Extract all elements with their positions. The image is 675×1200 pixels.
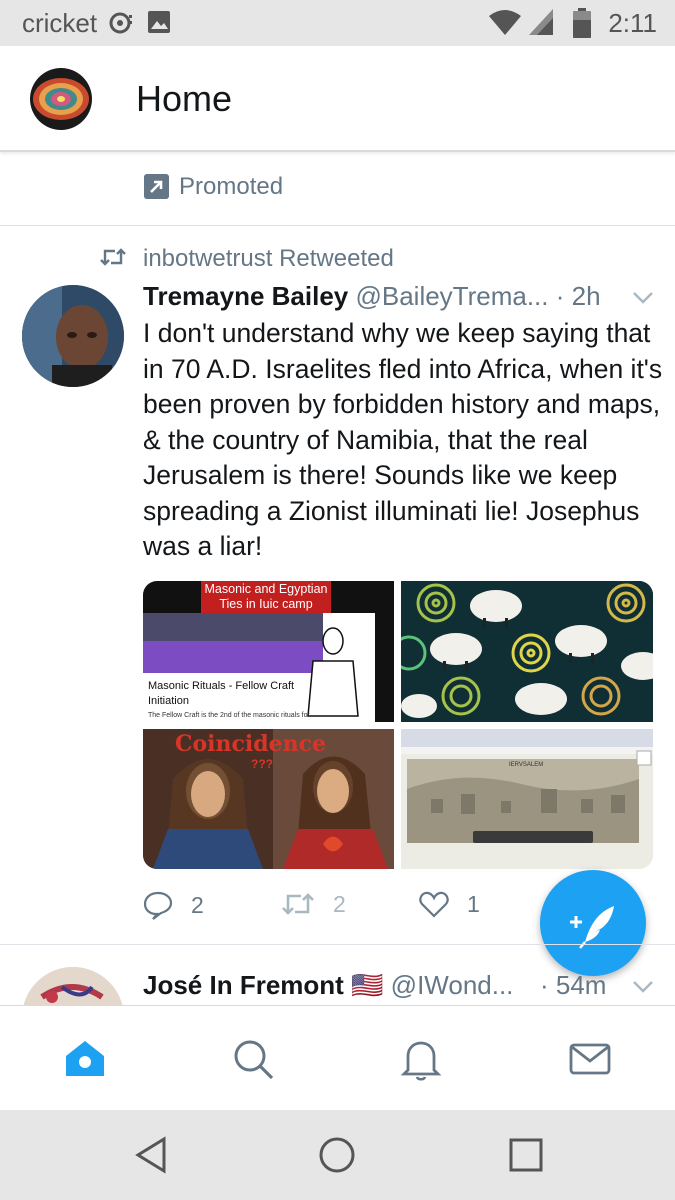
notification-icon: [109, 12, 132, 34]
chevron-down-icon[interactable]: [632, 980, 654, 994]
reply-button[interactable]: 2: [143, 890, 204, 920]
author-handle[interactable]: @BaileyTrema...: [355, 281, 548, 311]
image1-caption-line2: Initiation: [148, 695, 189, 707]
wifi-icon: [489, 10, 521, 35]
battery-icon: [573, 8, 591, 38]
next-tweet-header: José In Fremont 🇺🇸 @IWond...: [143, 970, 513, 1001]
signal-icon: [529, 9, 553, 35]
tweet-time: · 2h: [555, 281, 601, 311]
next-author-handle[interactable]: @IWond...: [391, 970, 514, 1000]
author-avatar[interactable]: [22, 285, 124, 387]
promoted-row[interactable]: Promoted: [0, 152, 675, 226]
promoted-icon: [144, 174, 169, 199]
profile-avatar[interactable]: [30, 68, 92, 130]
media-image-4[interactable]: IERVSALEM: [401, 729, 653, 869]
like-count: 1: [467, 890, 480, 917]
reply-count: 2: [191, 891, 204, 918]
image1-title-line1: Masonic and Egyptian: [204, 582, 328, 596]
next-tweet[interactable]: José In Fremont 🇺🇸 @IWond... · 54m: [0, 945, 675, 1007]
author-name[interactable]: Tremayne Bailey: [143, 281, 348, 311]
next-tweet-time: · 54m: [540, 970, 607, 1000]
next-author-name[interactable]: José In Fremont: [143, 970, 344, 1000]
page-title: Home: [136, 78, 233, 119]
carrier-name: cricket: [22, 8, 98, 38]
recent-apps-square-icon[interactable]: [505, 1134, 547, 1176]
media-image-3[interactable]: Coincidence ???: [143, 729, 394, 869]
next-author-avatar[interactable]: [22, 967, 124, 1007]
image1-small-text: The Fellow Craft is the 2nd of the mason…: [148, 712, 310, 719]
status-bar: cricket 2:11: [0, 0, 675, 46]
chevron-down-icon[interactable]: [632, 291, 654, 305]
media-image-2[interactable]: [401, 581, 653, 722]
flag-icon: 🇺🇸: [351, 970, 384, 1000]
search-icon[interactable]: [230, 1036, 276, 1082]
like-button[interactable]: 1: [419, 890, 480, 918]
app-header: Home: [0, 46, 675, 152]
media-image-1[interactable]: Masonic and Egyptian Ties in Iuic camp M…: [143, 581, 394, 722]
promoted-label: Promoted: [179, 173, 284, 200]
system-navigation-bar: [0, 1110, 675, 1200]
home-icon[interactable]: [62, 1036, 108, 1082]
image3-text: Coincidence: [175, 731, 327, 757]
envelope-icon[interactable]: [567, 1036, 613, 1082]
image3-subtext: ???: [251, 757, 273, 771]
tweet-header: Tremayne Bailey @BaileyTrema... · 2h: [143, 281, 623, 312]
retweet-button[interactable]: 2: [281, 890, 346, 918]
bottom-navigation: [0, 1005, 675, 1110]
retweet-count: 2: [333, 890, 346, 917]
image1-title-line2: Ties in Iuic camp: [219, 597, 313, 611]
reply-icon: [143, 891, 173, 920]
home-circle-icon[interactable]: [316, 1134, 358, 1176]
tweet-text: I don't understand why we keep saying th…: [143, 318, 663, 561]
image4-text: IERVSALEM: [509, 762, 544, 768]
retweet-action-icon: [282, 893, 314, 915]
tweet-actions: 2 2 1: [143, 890, 593, 930]
heart-icon: [419, 891, 449, 918]
image-icon: [148, 11, 170, 33]
image1-caption-line1: Masonic Rituals - Fellow Craft: [148, 680, 295, 692]
retweeted-by-label[interactable]: inbotwetrust Retweeted: [143, 245, 394, 273]
retweet-icon: [100, 248, 126, 266]
bell-icon[interactable]: [398, 1036, 444, 1082]
back-triangle-icon[interactable]: [130, 1134, 172, 1176]
clock: 2:11: [608, 8, 657, 38]
media-grid: Masonic and Egyptian Ties in Iuic camp M…: [143, 581, 653, 869]
